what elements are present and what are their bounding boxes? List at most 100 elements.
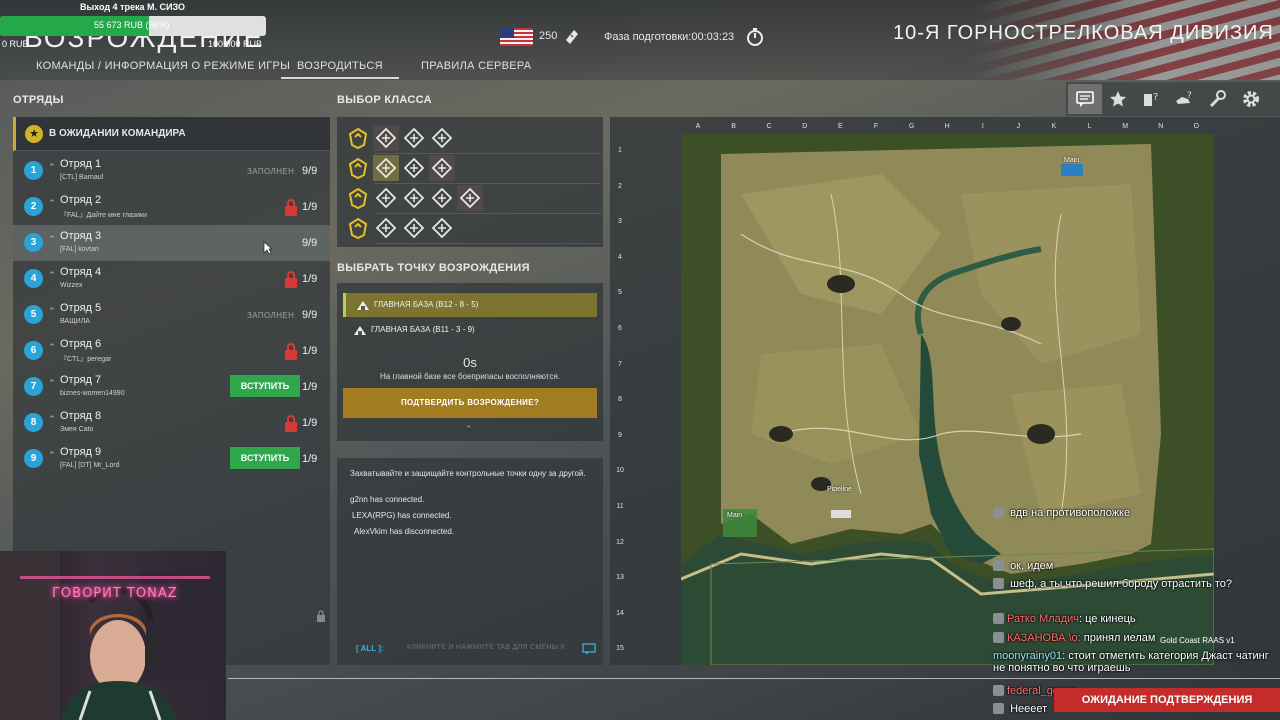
neon-sign: ГОВОРИТ TONAZ [52,586,178,601]
squad-row[interactable]: 1 ⌃ Отряд 1 [CTL] Barnaul 9/9 ЗАПОЛНЕН [13,153,330,189]
chevron-up-icon[interactable]: ⌃ [465,424,473,435]
streamer-webcam: ГОВОРИТ TONAZ [0,551,226,720]
streamer-image [0,551,226,720]
tab-server-rules[interactable]: ПРАВИЛА СЕРВЕРА [421,60,531,72]
chevron-up-icon[interactable]: ⌃ [48,270,56,281]
class-shield-icon[interactable] [373,125,399,151]
squad-name: Отряд 4 [60,266,102,278]
gear-icon[interactable] [1241,89,1261,109]
chevron-up-icon[interactable]: ⌃ [48,198,56,209]
chevron-up-icon[interactable]: ⌃ [48,342,56,353]
stream-chat-message: вдв на противоположке [993,507,1263,519]
chevron-up-icon[interactable]: ⌃ [48,378,56,389]
squad-leader: [FAL] kovtan [60,246,99,253]
tab-respawn[interactable]: ВОЗРОДИТЬСЯ [281,60,399,79]
base-icon [357,301,369,310]
star-icon[interactable] [1108,89,1128,109]
map-column-label: F [873,123,879,130]
chat-toggle-button[interactable] [1068,84,1102,114]
squad-row[interactable]: 5 ⌃ Отряд 5 ВАЩИЛА 9/9 ЗАПОЛНЕН [13,297,330,333]
chevron-up-icon[interactable]: ⌃ [48,306,56,317]
ticket-icon [566,30,578,44]
squad-member-count: 1/9 [302,453,318,465]
class-circle-icon[interactable] [401,215,427,241]
squads-title: ОТРЯДЫ [13,94,64,106]
class-grenade-icon[interactable] [429,185,455,211]
donation-title: Выход 4 трека М. СИЗО [80,2,185,12]
class-wings-icon[interactable] [429,125,455,151]
confirm-respawn-button[interactable]: ПОДТВЕРДИТЬ ВОЗРОЖДЕНИЕ? [343,388,597,418]
spawn-option-main-b11[interactable]: ГЛАВНАЯ БАЗА (B11 - 3 - 9) [343,318,597,342]
lock-icon [285,343,297,360]
chat-message: LEXA(RPG) has connected. [352,511,452,520]
squad-number: 8 [24,413,43,432]
class-diamond-icon[interactable] [401,185,427,211]
squad-row[interactable]: 4 ⌃ Отряд 4 Wizzex 1/9 [13,261,330,297]
class-crossed-icon[interactable] [373,185,399,211]
chevron-up-icon[interactable]: ⌃ [48,450,56,461]
chat-icon[interactable] [582,642,596,656]
stream-chat-message: шеф, а ты что решил бороду отрастить то? [993,578,1273,590]
vehicle-help-icon[interactable]: ? [1174,89,1194,109]
squad-row[interactable]: 2 ⌃ Отряд 2 『FAL』Дайте мне глазики 1/9 [13,189,330,225]
donation-progress-text: 55 673 RUB (56%) [94,20,170,30]
map-row-label: 3 [618,218,622,226]
squad-leader: biznes-women14990 [60,390,125,397]
map-column-label: K [1051,123,1057,130]
class-circle2-icon[interactable] [429,215,455,241]
class-chevron-icon[interactable] [345,125,371,151]
tickets-count: 250 [539,30,558,42]
star-icon: ★ [25,125,43,143]
class-wheel-icon[interactable] [401,125,427,151]
squad-name: Отряд 5 [60,302,102,314]
donation-min: 0 RUB [2,39,29,49]
map-row-label: 2 [618,182,622,190]
chevron-up-icon[interactable]: ⌃ [48,162,56,173]
faction-flag-icon [500,28,533,46]
spawn-option-main-b12[interactable]: ГЛАВНАЯ БАЗА (B12 - 8 - 5) [343,293,597,317]
join-squad-button[interactable]: ВСТУПИТЬ [230,375,300,397]
class-rifleman-icon[interactable] [345,185,371,211]
lock-icon[interactable] [316,610,326,622]
class-medic-icon[interactable] [373,155,399,181]
squad-member-count: 1/9 [302,345,318,357]
map-column-label: D [802,123,808,130]
chevron-up-icon[interactable]: ⌃ [48,234,56,245]
squad-row[interactable]: 3 ⌃ Отряд 3 [FAL] kovtan 9/9 [13,225,330,261]
help-icon[interactable]: ? [1141,89,1161,109]
class-squadlead-icon[interactable] [345,155,371,181]
class-crossed-icon[interactable] [429,155,455,181]
map-column-label: B [731,123,736,130]
wrench-icon[interactable] [1207,89,1227,109]
squad-number: 7 [24,377,43,396]
map-row-label: 10 [616,467,624,475]
squad-leader: [FAL] [DT] Mr_Lord [60,462,120,469]
squad-row[interactable]: 7 ⌃ Отряд 7 biznes-women14990 1/9 ВСТУПИТЬ [13,369,330,405]
squad-row[interactable]: 9 ⌃ Отряд 9 [FAL] [DT] Mr_Lord 1/9 ВСТУПИТЬ [13,441,330,477]
squad-row[interactable]: 6 ⌃ Отряд 6 『CTL』peregar 1/9 [13,333,330,369]
map-column-label: C [766,123,772,130]
squad-number: 1 [24,161,43,180]
chat-input[interactable]: [ ALL ]: КЛИКНИТЕ И НАЖМИТЕ TAB ДЛЯ СМЕН… [337,638,603,660]
commander-header[interactable]: ★ В ОЖИДАНИИ КОМАНДИРА [13,117,330,151]
join-squad-button[interactable]: ВСТУПИТЬ [230,447,300,469]
map-column-label: G [908,123,915,130]
squad-leader: 『FAL』Дайте мне глазики [60,212,147,219]
map-toolbar: ? ? [1066,82,1280,116]
class-rifle-icon[interactable] [373,215,399,241]
tab-commands-info[interactable]: КОМАНДЫ / ИНФОРМАЦИЯ О РЕЖИМЕ ИГРЫ [36,60,290,72]
chat-channel[interactable]: [ ALL ]: [356,644,384,653]
base-icon [354,326,366,335]
class-diamond-icon[interactable] [401,155,427,181]
stream-chat-message: ок, идем [993,560,1053,572]
chevron-up-icon[interactable]: ⌃ [48,414,56,425]
map-row-label: 12 [616,538,624,546]
map-row-label: 14 [616,609,624,617]
class-arrows-icon[interactable] [457,185,483,211]
waiting-confirmation-banner: ОЖИДАНИЕ ПОДТВЕРЖДЕНИЯ [1054,688,1280,712]
squad-row[interactable]: 8 ⌃ Отряд 8 Змея Cato 1/9 [13,405,330,441]
squad-member-count: 1/9 [302,273,318,285]
class-bolt-icon[interactable] [345,215,371,241]
stream-chat-message: Ратко Младич: це кинець [993,613,1136,625]
user-badge-icon [993,685,1004,696]
